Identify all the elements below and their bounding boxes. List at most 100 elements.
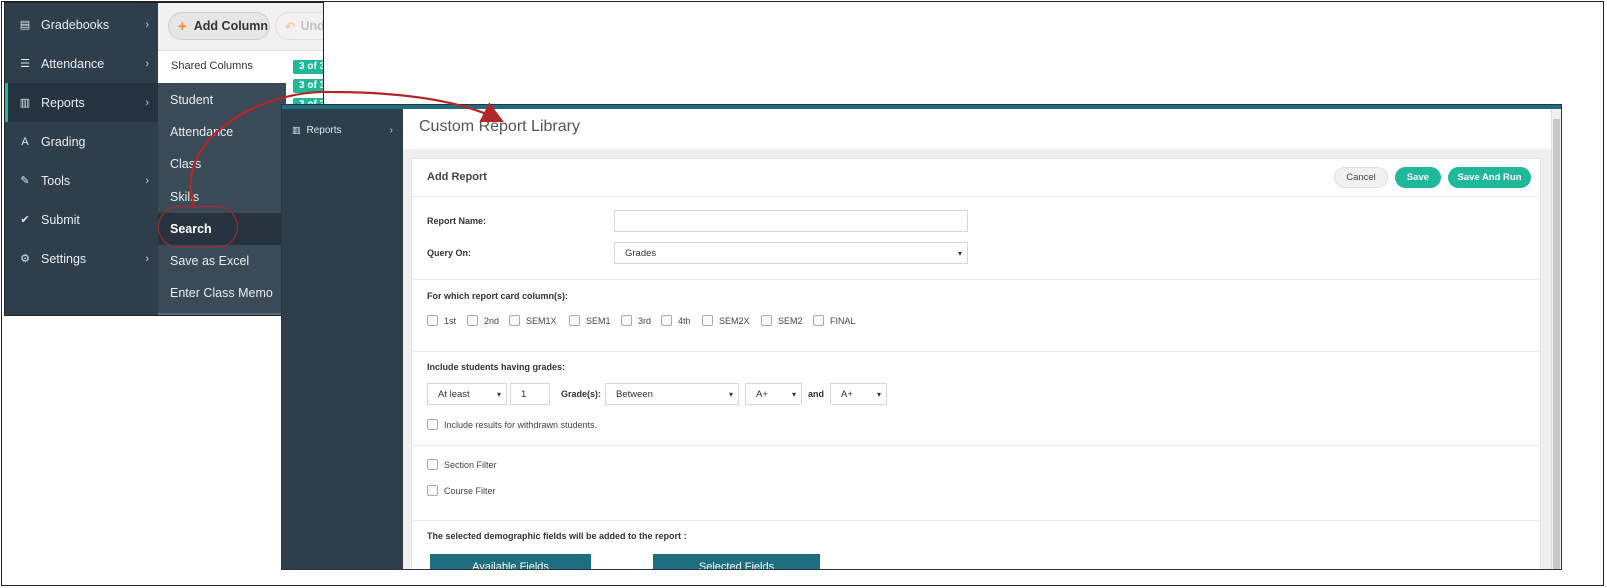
column-checkbox-3rd[interactable]: 3rd [621, 315, 651, 326]
withdrawn-checkbox[interactable]: Include results for withdrawn students. [427, 419, 597, 430]
chevron-down-icon: ▾ [496, 389, 501, 399]
chevron-right-icon: › [389, 124, 393, 136]
section-filter-checkbox[interactable]: Section Filter [427, 459, 497, 470]
undo-button[interactable]: ↶ Undo [275, 12, 323, 40]
column-checkbox-sem2[interactable]: SEM2 [761, 315, 803, 326]
shared-columns-label: Shared Columns [171, 60, 253, 72]
course-filter-checkbox[interactable]: Course Filter [427, 485, 496, 496]
report-name-input[interactable] [614, 210, 968, 232]
sidebar-item-gradebooks[interactable]: ▤ Gradebooks › [5, 5, 158, 44]
sidebar-item-label: Submit [41, 212, 80, 227]
column-checkbox-sem2x[interactable]: SEM2X [702, 315, 750, 326]
sidebar-item-label: Settings [41, 251, 87, 266]
chevron-right-icon: › [145, 252, 149, 265]
columns-label: For which report card column(s): [427, 291, 569, 301]
scrollbar[interactable] [1551, 109, 1561, 569]
report-icon: ▥ [19, 97, 31, 109]
grading-icon: A [21, 135, 29, 148]
sidebar-item-grading[interactable]: A Grading [5, 122, 158, 161]
undo-icon: ↶ [285, 19, 296, 34]
checkbox[interactable] [813, 315, 824, 326]
checkbox-label: SEM2X [719, 315, 750, 326]
chevron-right-icon: › [145, 57, 149, 70]
check-circle-icon: ✔ [20, 214, 30, 226]
submenu-item-attendance[interactable]: Attendance [158, 116, 286, 148]
submenu-item-save-as-excel[interactable]: Save as Excel [158, 245, 286, 277]
checkbox[interactable] [702, 315, 713, 326]
checkbox[interactable] [467, 315, 478, 326]
save-and-run-button[interactable]: Save And Run [1448, 167, 1531, 188]
column-checkbox-4th[interactable]: 4th [661, 315, 691, 326]
checkbox-label: 2nd [484, 315, 500, 326]
column-checkbox-final[interactable]: FINAL [813, 315, 856, 326]
divider [412, 445, 1542, 446]
sidebar-item-reports[interactable]: ▥ Reports › [5, 83, 158, 122]
between-select[interactable]: Between ▾ [605, 383, 739, 405]
sidebar-item-attendance[interactable]: ☰ Attendance › [5, 44, 158, 83]
and-label: and [808, 389, 825, 399]
submenu-item-student[interactable]: Student [158, 84, 286, 116]
plus-icon: + [178, 17, 187, 35]
column-checkbox-2nd[interactable]: 2nd [467, 315, 499, 326]
checkbox[interactable] [427, 459, 438, 470]
checkbox[interactable] [661, 315, 672, 326]
cancel-button[interactable]: Cancel [1334, 167, 1388, 188]
add-column-button[interactable]: + Add Column [168, 12, 270, 40]
sidebar-item-label: Reports [41, 95, 85, 110]
checkbox[interactable] [427, 419, 438, 430]
checkbox-label: Course Filter [444, 485, 496, 496]
submenu-item-class[interactable]: Class [158, 148, 286, 180]
sidebar-item-reports[interactable]: ▥ Reports › [282, 118, 403, 142]
sidebar-item-label: Gradebooks [41, 17, 110, 32]
grade-to-select[interactable]: A+ ▾ [830, 383, 887, 405]
main-content: Custom Report Library Add Report Cancel … [403, 109, 1553, 569]
card-header: Add Report Cancel Save Save And Run [412, 159, 1542, 197]
book-icon: ▤ [19, 19, 31, 31]
checkbox[interactable] [621, 315, 632, 326]
include-grades-label: Include students having grades: [427, 362, 566, 372]
chevron-down-icon: ▾ [728, 389, 733, 399]
submenu-item-enter-class-memo[interactable]: Enter Class Memo [158, 277, 286, 309]
chevron-right-icon: › [145, 96, 149, 109]
checkbox-label: 3rd [638, 315, 652, 326]
sidebar: ▤ Gradebooks › ☰ Attendance › ▥ Reports … [5, 3, 158, 315]
column-checkbox-sem1[interactable]: SEM1 [569, 315, 611, 326]
sidebar-item-settings[interactable]: ⚙ Settings › [5, 239, 158, 278]
undo-label: Undo [300, 19, 323, 33]
sidebar-item-label: Reports [306, 124, 342, 136]
divider [412, 351, 1542, 352]
sidebar-item-tools[interactable]: ✎ Tools › [5, 161, 158, 200]
checkbox[interactable] [569, 315, 580, 326]
grade-count-input[interactable]: 1 [510, 383, 550, 405]
available-fields-header: Available Fields [430, 554, 591, 569]
sidebar-item-submit[interactable]: ✔ Submit [5, 200, 158, 239]
save-button[interactable]: Save [1395, 167, 1441, 188]
grade-to-value: A+ [841, 388, 853, 400]
sidebar: ▥ Reports › [282, 109, 403, 569]
column-checkbox-1st[interactable]: 1st [427, 315, 456, 326]
at-least-select[interactable]: At least ▾ [427, 383, 507, 405]
grade-from-select[interactable]: A+ ▾ [745, 383, 802, 405]
status-badge: 3 of 3 [293, 60, 323, 74]
checkbox[interactable] [761, 315, 772, 326]
checkbox-label: FINAL [830, 315, 856, 326]
gradebook-screenshot: ▤ Gradebooks › ☰ Attendance › ▥ Reports … [4, 2, 324, 316]
checkbox[interactable] [427, 485, 438, 496]
add-report-card: Add Report Cancel Save Save And Run Repo… [411, 158, 1542, 569]
divider [412, 279, 1542, 280]
checkbox[interactable] [427, 315, 438, 326]
divider [412, 520, 1542, 521]
checkbox-label: 1st [444, 315, 457, 326]
sidebar-item-label: Attendance [41, 56, 105, 71]
selected-fields-header: Selected Fields [653, 554, 820, 569]
query-on-select[interactable]: Grades ▾ [614, 242, 968, 264]
wrench-icon: ✎ [20, 175, 30, 187]
report-name-label: Report Name: [427, 216, 487, 226]
checkbox-label: SEM1X [526, 315, 557, 326]
column-checkbox-sem1x[interactable]: SEM1X [509, 315, 557, 326]
checkbox[interactable] [509, 315, 520, 326]
grade-from-value: A+ [756, 388, 768, 400]
scrollbar-thumb[interactable] [1553, 119, 1560, 569]
chevron-right-icon: › [145, 18, 149, 31]
query-on-label: Query On: [427, 248, 472, 258]
